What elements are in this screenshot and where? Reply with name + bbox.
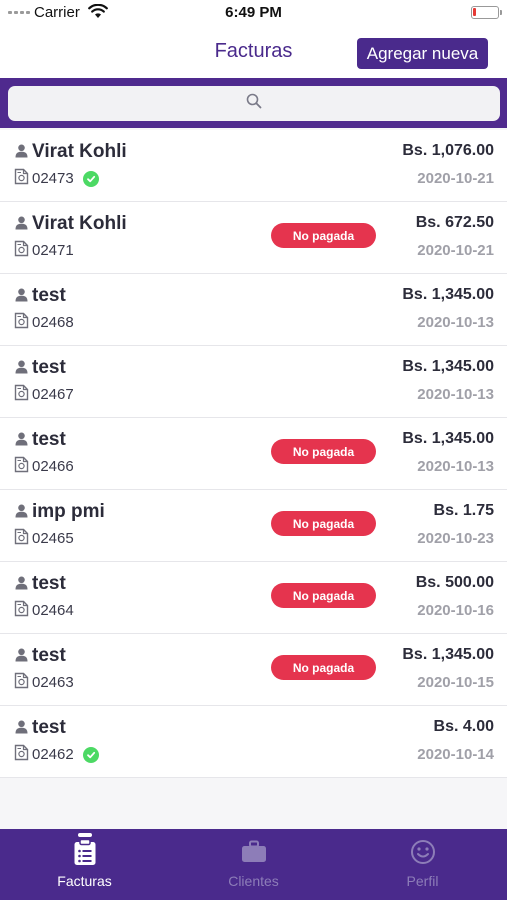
invoice-date: 2020-10-23 (417, 530, 494, 547)
person-icon (15, 648, 28, 667)
briefcase-icon (241, 837, 267, 867)
invoice-row[interactable]: test 02468 Bs. 1,345.00 2020-10-13 (0, 274, 507, 346)
invoice-list: Virat Kohli 02473 Bs. 1,076.00 2020-10-21 Vi… (0, 130, 507, 778)
invoice-date: 2020-10-13 (417, 314, 494, 331)
client-name: test (32, 717, 66, 738)
unpaid-badge: No pagada (271, 511, 376, 536)
invoice-date: 2020-10-21 (417, 242, 494, 259)
invoice-row[interactable]: Virat Kohli 02473 Bs. 1,076.00 2020-10-21 (0, 130, 507, 202)
nav-bar: Facturas Agregar nueva (0, 26, 507, 78)
document-icon (14, 168, 29, 190)
document-icon (14, 312, 29, 334)
unpaid-badge: No pagada (271, 655, 376, 680)
active-tab-indicator (77, 833, 92, 837)
invoice-number: 02466 (32, 458, 74, 475)
invoice-date: 2020-10-14 (417, 746, 494, 763)
document-icon (14, 384, 29, 406)
invoice-row[interactable]: test 02466 No pagada Bs. 1,345.00 2020-10-13 (0, 418, 507, 490)
invoice-amount: Bs. 1,345.00 (402, 430, 494, 447)
invoice-row[interactable]: test 02462 Bs. 4.00 2020-10-14 (0, 706, 507, 778)
document-icon (14, 744, 29, 766)
invoice-row[interactable]: test 02464 No pagada Bs. 500.00 2020-10-16 (0, 562, 507, 634)
tab-bar: Facturas Clientes Perfil (0, 829, 507, 900)
battery-icon (471, 6, 502, 19)
document-icon (14, 456, 29, 478)
paid-check-icon (83, 171, 99, 187)
invoice-amount: Bs. 1,345.00 (402, 358, 494, 375)
status-time: 6:49 PM (225, 4, 282, 21)
client-name: test (32, 357, 66, 378)
invoice-number: 02462 (32, 746, 74, 763)
invoice-row[interactable]: imp pmi 02465 No pagada Bs. 1.75 2020-10-23 (0, 490, 507, 562)
invoice-date: 2020-10-13 (417, 458, 494, 475)
search-input[interactable] (8, 86, 500, 121)
person-icon (15, 288, 28, 307)
person-icon (15, 432, 28, 451)
document-icon (14, 600, 29, 622)
tab-label-clientes: Clientes (228, 873, 279, 889)
unpaid-badge: No pagada (271, 439, 376, 464)
invoice-number: 02467 (32, 386, 74, 403)
invoice-row[interactable]: Virat Kohli 02471 No pagada Bs. 672.50 2020-… (0, 202, 507, 274)
tab-label-perfil: Perfil (406, 873, 439, 889)
unpaid-badge: No pagada (271, 583, 376, 608)
search-bar (0, 78, 507, 128)
client-name: Virat Kohli (32, 213, 127, 234)
invoice-date: 2020-10-21 (417, 170, 494, 187)
document-icon (14, 240, 29, 262)
invoice-number: 02471 (32, 242, 74, 259)
tab-clientes[interactable]: Clientes (169, 829, 338, 900)
person-icon (15, 360, 28, 379)
invoice-amount: Bs. 672.50 (415, 214, 494, 231)
invoice-amount: Bs. 1.75 (433, 502, 494, 519)
invoice-amount: Bs. 1,345.00 (402, 646, 494, 663)
tab-perfil[interactable]: Perfil (338, 829, 507, 900)
person-icon (15, 576, 28, 595)
invoice-number: 02468 (32, 314, 74, 331)
invoice-row[interactable]: test 02463 No pagada Bs. 1,345.00 2020-10-15 (0, 634, 507, 706)
invoice-number: 02473 (32, 170, 74, 187)
add-invoice-button[interactable]: Agregar nueva (357, 38, 488, 69)
invoice-date: 2020-10-16 (417, 602, 494, 619)
invoice-amount: Bs. 1,345.00 (402, 286, 494, 303)
client-name: test (32, 285, 66, 306)
invoice-amount: Bs. 4.00 (433, 718, 494, 735)
client-name: test (32, 645, 66, 666)
person-icon (15, 720, 28, 739)
invoice-date: 2020-10-15 (417, 674, 494, 691)
invoice-number: 02464 (32, 602, 74, 619)
search-field[interactable] (8, 86, 500, 121)
person-icon (15, 504, 28, 523)
invoice-number: 02465 (32, 530, 74, 547)
invoice-amount: Bs. 1,076.00 (402, 142, 494, 159)
clipboard-icon (73, 837, 97, 867)
tab-label-facturas: Facturas (57, 873, 112, 889)
paid-check-icon (83, 747, 99, 763)
status-bar: Carrier 6:49 PM (0, 0, 507, 26)
unpaid-badge: No pagada (271, 223, 376, 248)
client-name: test (32, 573, 66, 594)
invoice-amount: Bs. 500.00 (415, 574, 494, 591)
document-icon (14, 528, 29, 550)
invoice-row[interactable]: test 02467 Bs. 1,345.00 2020-10-13 (0, 346, 507, 418)
client-name: test (32, 429, 66, 450)
client-name: imp pmi (32, 501, 105, 522)
invoice-number: 02463 (32, 674, 74, 691)
person-icon (15, 216, 28, 235)
smiley-icon (410, 837, 436, 867)
invoice-date: 2020-10-13 (417, 386, 494, 403)
document-icon (14, 672, 29, 694)
tab-facturas[interactable]: Facturas (0, 829, 169, 900)
client-name: Virat Kohli (32, 141, 127, 162)
person-icon (15, 144, 28, 163)
